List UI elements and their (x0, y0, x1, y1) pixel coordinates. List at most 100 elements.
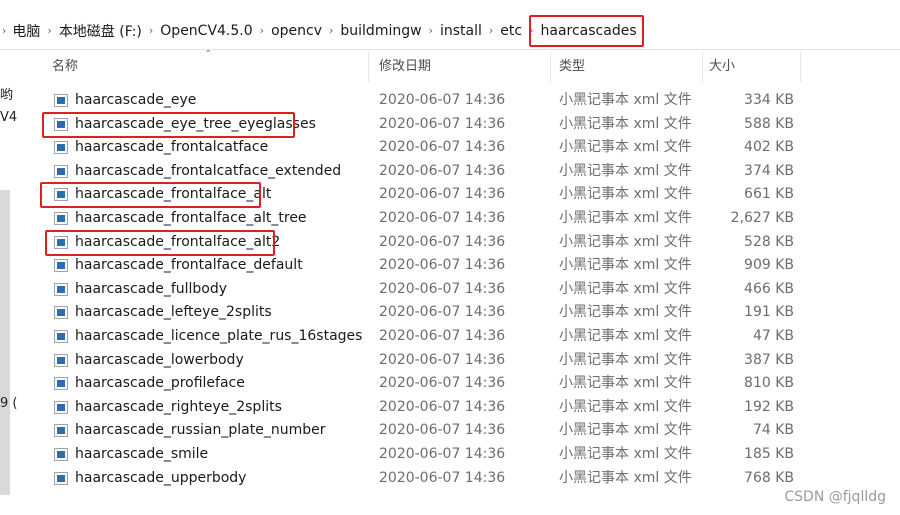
breadcrumb-item-etc[interactable]: etc (500, 23, 522, 39)
file-row[interactable]: haarcascade_fullbody 2020-06-07 14:36 小黑记事… (28, 278, 900, 302)
file-row[interactable]: haarcascade_lowerbody 2020-06-07 14:36 小黑记… (28, 349, 900, 373)
file-modified: 2020-06-07 14:36 (379, 398, 506, 415)
file-name: haarcascade_frontalcatface_extended (75, 162, 342, 179)
file-size: 909 KB (744, 257, 794, 274)
file-size: 528 KB (744, 233, 794, 250)
file-row[interactable]: haarcascade_righteye_2splits 2020-06-07 1… (28, 396, 900, 420)
file-row[interactable]: haarcascade_frontalcatface 2020-06-07 14:… (28, 136, 900, 160)
watermark: CSDN @fjqlldg (784, 489, 886, 505)
file-type: 小黑记事本 xml 文件 (559, 327, 692, 344)
file-row[interactable]: haarcascade_russian_plate_number 2020-06-… (28, 419, 900, 443)
file-size: 191 KB (744, 304, 794, 321)
file-list: haarcascade_eye 2020-06-07 14:36 小黑记事本 xml… (28, 89, 900, 490)
column-divider[interactable] (550, 52, 551, 82)
file-size: 2,627 KB (730, 209, 794, 226)
breadcrumb-item-opencv[interactable]: opencv (271, 23, 322, 39)
xml-file-icon (54, 306, 68, 320)
file-size: 47 KB (752, 327, 794, 344)
file-size: 374 KB (744, 162, 794, 179)
file-type: 小黑记事本 xml 文件 (559, 422, 692, 439)
column-type[interactable]: 类型 (559, 50, 585, 84)
breadcrumb[interactable]: › 电脑 › 本地磁盘 (F:) › OpenCV4.5.0 › opencv … (0, 12, 900, 50)
file-modified: 2020-06-07 14:36 (379, 186, 506, 203)
navigation-pane-fragment: 哟 (0, 88, 14, 103)
xml-file-icon (54, 259, 68, 273)
file-type: 小黑记事本 xml 文件 (559, 351, 692, 368)
navigation-pane-fragment: V4 (0, 110, 18, 125)
file-type: 小黑记事本 xml 文件 (559, 115, 692, 132)
chevron-right-icon[interactable]: › (260, 24, 264, 37)
breadcrumb-item-drive[interactable]: 本地磁盘 (F:) (59, 21, 142, 41)
file-type: 小黑记事本 xml 文件 (559, 209, 692, 226)
file-type: 小黑记事本 xml 文件 (559, 280, 692, 297)
file-modified: 2020-06-07 14:36 (379, 469, 506, 486)
file-modified: 2020-06-07 14:36 (379, 92, 506, 108)
file-name: haarcascade_profileface (75, 375, 245, 392)
file-modified: 2020-06-07 14:36 (379, 304, 506, 321)
chevron-right-icon[interactable]: › (149, 24, 153, 37)
breadcrumb-item-opencv-root[interactable]: OpenCV4.5.0 (160, 23, 252, 39)
file-row[interactable]: haarcascade_frontalface_default 2020-06-0… (28, 254, 900, 278)
chevron-right-icon[interactable]: › (2, 24, 6, 37)
file-modified: 2020-06-07 14:36 (379, 351, 506, 368)
xml-file-icon (54, 471, 68, 485)
column-name[interactable]: 名称 (52, 50, 78, 84)
xml-file-icon (54, 424, 68, 438)
column-divider[interactable] (702, 52, 703, 82)
file-highlight-eye-tree-eyeglasses (42, 112, 295, 138)
file-type: 小黑记事本 xml 文件 (559, 162, 692, 179)
file-type: 小黑记事本 xml 文件 (559, 186, 692, 203)
file-size: 334 KB (744, 92, 794, 108)
file-row[interactable]: haarcascade_eye 2020-06-07 14:36 小黑记事本 xml… (28, 89, 900, 113)
file-highlight-frontalface-alt (40, 182, 261, 208)
column-modified[interactable]: 修改日期 (379, 50, 431, 84)
file-modified: 2020-06-07 14:36 (379, 327, 506, 344)
breadcrumb-item-pc[interactable]: 电脑 (12, 21, 40, 41)
column-size[interactable]: 大小 (709, 50, 735, 84)
file-modified: 2020-06-07 14:36 (379, 422, 506, 439)
file-size: 402 KB (744, 139, 794, 156)
xml-file-icon (54, 164, 68, 178)
file-modified: 2020-06-07 14:36 (379, 209, 506, 226)
file-row[interactable]: haarcascade_upperbody 2020-06-07 14:36 小黑记… (28, 467, 900, 491)
file-name: haarcascade_smile (75, 445, 209, 462)
file-row[interactable]: haarcascade_profileface 2020-06-07 14:36 小… (28, 372, 900, 396)
xml-file-icon (54, 282, 68, 296)
breadcrumb-item-install[interactable]: install (440, 23, 482, 39)
file-modified: 2020-06-07 14:36 (379, 233, 506, 250)
file-type: 小黑记事本 xml 文件 (559, 92, 692, 108)
file-row[interactable]: haarcascade_frontalface_alt_tree 2020-06-… (28, 207, 900, 231)
file-modified: 2020-06-07 14:36 (379, 280, 506, 297)
file-modified: 2020-06-07 14:36 (379, 375, 506, 392)
file-row[interactable]: haarcascade_frontalcatface_extended 2020-… (28, 160, 900, 184)
file-type: 小黑记事本 xml 文件 (559, 304, 692, 321)
column-divider[interactable] (368, 52, 369, 82)
file-name: haarcascade_frontalface_alt_tree (75, 209, 307, 226)
file-row[interactable]: haarcascade_lefteye_2splits 2020-06-07 14… (28, 301, 900, 325)
file-type: 小黑记事本 xml 文件 (559, 445, 692, 462)
file-type: 小黑记事本 xml 文件 (559, 398, 692, 415)
file-type: 小黑记事本 xml 文件 (559, 375, 692, 392)
file-name: haarcascade_lefteye_2splits (75, 304, 272, 321)
file-modified: 2020-06-07 14:36 (379, 445, 506, 462)
xml-file-icon (54, 447, 68, 461)
file-row[interactable]: haarcascade_smile 2020-06-07 14:36 小黑记事本 x… (28, 443, 900, 467)
file-size: 74 KB (752, 422, 794, 439)
file-name: haarcascade_licence_plate_rus_16stages (75, 327, 363, 344)
navigation-pane-scrollbar[interactable] (0, 190, 10, 495)
file-size: 661 KB (744, 186, 794, 203)
file-modified: 2020-06-07 14:36 (379, 139, 506, 156)
column-divider[interactable] (800, 52, 801, 82)
chevron-right-icon[interactable]: › (489, 24, 493, 37)
file-type: 小黑记事本 xml 文件 (559, 139, 692, 156)
file-row[interactable]: haarcascade_licence_plate_rus_16stages 20… (28, 325, 900, 349)
file-type: 小黑记事本 xml 文件 (559, 469, 692, 486)
xml-file-icon (54, 377, 68, 391)
chevron-right-icon[interactable]: › (429, 24, 433, 37)
breadcrumb-item-buildmingw[interactable]: buildmingw (340, 23, 421, 39)
chevron-right-icon[interactable]: › (329, 24, 333, 37)
file-name: haarcascade_righteye_2splits (75, 398, 282, 415)
file-size: 768 KB (744, 469, 794, 486)
file-highlight-frontalface-alt2 (45, 230, 275, 256)
chevron-right-icon[interactable]: › (47, 24, 51, 37)
